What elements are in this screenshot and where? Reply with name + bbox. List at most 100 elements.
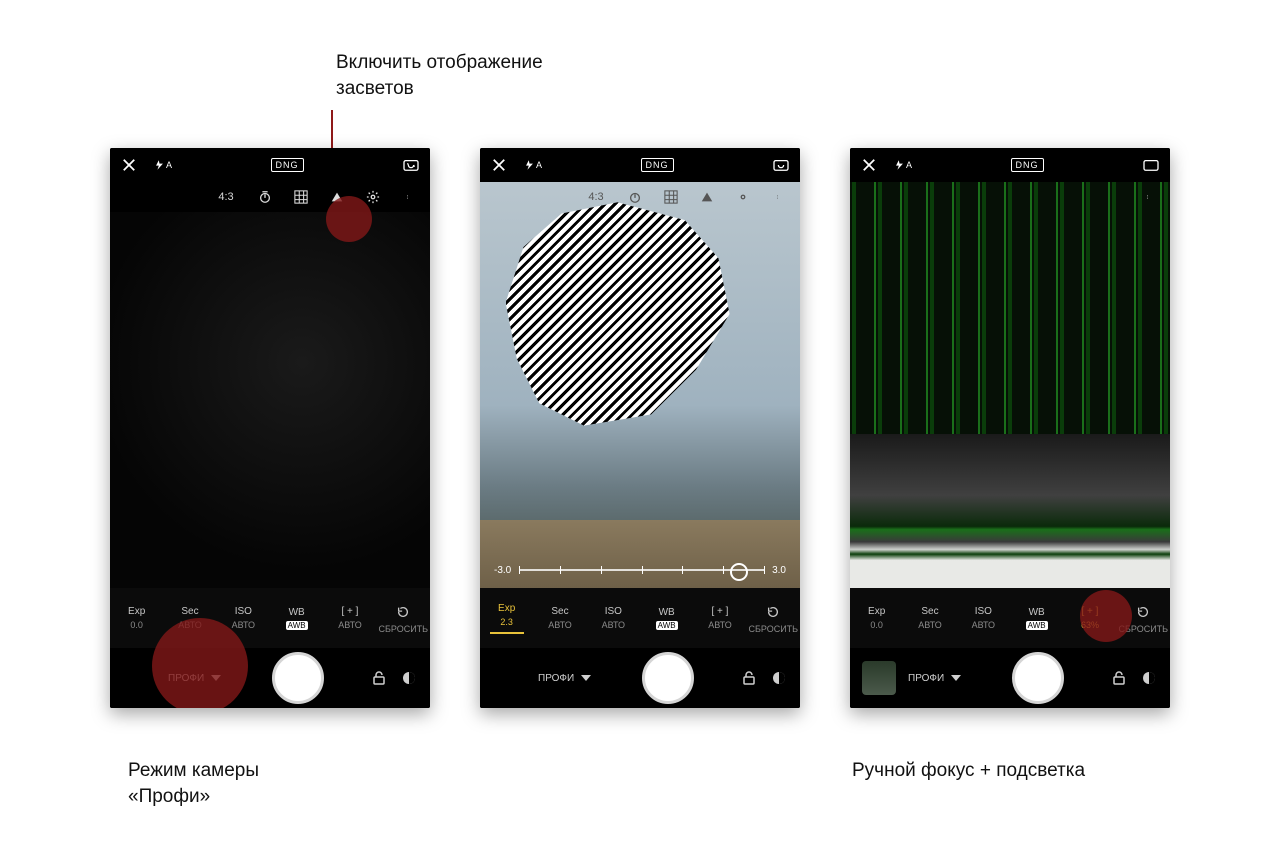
annotation-top-line1: Включить отображение [336,50,543,76]
viewfinder[interactable]: -3.0 3.0 [480,182,800,588]
slider-max: 3.0 [772,565,786,576]
lock-icon[interactable] [370,669,388,687]
settings-icon[interactable] [364,188,382,206]
mode-selector[interactable]: ПРОФИ [538,669,595,687]
dng-badge[interactable]: DNG [271,158,304,172]
param-iso[interactable]: ISOАВТО [587,588,640,648]
bottombar: ПРОФИ [850,648,1170,708]
filter-icon[interactable] [400,669,418,687]
viewfinder[interactable] [110,212,430,588]
param-reset[interactable]: СБРОСИТЬ [1117,588,1170,648]
shutter-button[interactable] [642,652,694,704]
mode-selector[interactable]: ПРОФИ [908,669,965,687]
param-sec[interactable]: SecАВТО [533,588,586,648]
param-exp[interactable]: Exp0.0 [110,588,163,648]
flash-icon[interactable]: A [154,156,172,174]
settings-icon[interactable] [734,188,752,206]
more-icon[interactable] [1140,188,1158,206]
slider-knob[interactable] [1042,557,1060,575]
phone-screen-3: A DNG Авто 0% 100% Exp0.0 SecАВТО ISOАВТ… [850,148,1170,708]
annotation-top: Включить отображение засветов [336,50,543,101]
filter-icon[interactable] [770,669,788,687]
toolbar: 4:3 [480,182,800,212]
lock-icon[interactable] [1110,669,1128,687]
param-focus[interactable]: [ + ]АВТО [693,588,746,648]
annotation-left: Режим камеры «Профи» [128,758,259,809]
toolbar [850,182,1170,212]
slider-min: -3.0 [494,565,511,576]
close-icon[interactable] [120,156,138,174]
reset-icon [764,603,782,621]
slider-track[interactable] [916,563,1122,565]
param-focus[interactable]: [ + ]АВТО [323,588,376,648]
phone-screen-1: A DNG 4:3 Exp0.0 SecАВТО ISOАВТО WBAWB [… [110,148,430,708]
more-icon[interactable] [770,188,788,206]
aspect-ratio[interactable]: 4:3 [584,191,608,203]
annotation-right: Ручной фокус + подсветка [852,758,1085,784]
toolbar: 4:3 [110,182,430,212]
more-icon[interactable] [400,188,418,206]
exposure-slider[interactable]: -3.0 3.0 [494,558,786,582]
param-exp[interactable]: Exp0.0 [850,588,903,648]
viewfinder[interactable]: Авто 0% 100% [850,182,1170,588]
param-iso[interactable]: ISOАВТО [217,588,270,648]
param-focus[interactable]: [ + ]63% [1063,588,1116,648]
param-wb[interactable]: WBAWB [640,588,693,648]
close-icon[interactable] [490,156,508,174]
param-sec[interactable]: SecАВТО [903,588,956,648]
annotation-right-text: Ручной фокус + подсветка [852,760,1085,781]
slider-track[interactable] [519,569,764,571]
timer-icon[interactable] [256,188,274,206]
params-row: Exp2.3 SecАВТО ISOАВТО WBAWB [ + ]АВТО С… [480,588,800,648]
switch-camera-icon[interactable] [1142,156,1160,174]
mode-selector[interactable]: ПРОФИ [168,669,225,687]
grid-icon[interactable] [292,188,310,206]
flash-icon[interactable]: A [894,156,912,174]
params-row: Exp0.0 SecАВТО ISOАВТО WBAWB [ + ]63% СБ… [850,588,1170,648]
param-sec[interactable]: SecАВТО [163,588,216,648]
annotation-left-line1: Режим камеры [128,758,259,784]
params-row: Exp0.0 SecАВТО ISOАВТО WBAWB [ + ]АВТО С… [110,588,430,648]
highlight-warning-icon[interactable] [328,188,346,206]
param-reset[interactable]: СБРОСИТЬ [747,588,800,648]
focus-slider[interactable]: Авто 0% 100% [864,552,1156,576]
flash-icon[interactable]: A [524,156,542,174]
bottombar: ПРОФИ [110,648,430,708]
slider-max: 100% [1130,559,1156,570]
lock-icon[interactable] [740,669,758,687]
phone-screen-2: A DNG 4:3 -3.0 [480,148,800,708]
chevron-down-icon [207,669,225,687]
switch-camera-icon[interactable] [402,156,420,174]
bottombar: ПРОФИ [480,648,800,708]
gallery-thumbnail[interactable] [862,661,896,695]
topbar: A DNG [110,148,430,182]
reset-icon [1134,603,1152,621]
slider-min: Авто [864,559,886,570]
close-icon[interactable] [860,156,878,174]
aspect-ratio[interactable]: 4:3 [214,191,238,203]
param-iso[interactable]: ISOАВТО [957,588,1010,648]
reset-icon [394,603,412,621]
chevron-down-icon [577,669,595,687]
dng-badge[interactable]: DNG [641,158,674,172]
slider-knob[interactable] [730,563,748,581]
highlight-warning-icon[interactable] [698,188,716,206]
switch-camera-icon[interactable] [772,156,790,174]
param-reset[interactable]: СБРОСИТЬ [377,588,430,648]
shutter-button[interactable] [1012,652,1064,704]
dng-badge[interactable]: DNG [1011,158,1044,172]
focus-peaking-overlay [850,182,1170,588]
timer-icon[interactable] [626,188,644,206]
grid-icon[interactable] [662,188,680,206]
shutter-button[interactable] [272,652,324,704]
overexposure-zebra [506,202,730,425]
param-wb[interactable]: WBAWB [1010,588,1063,648]
filter-icon[interactable] [1140,669,1158,687]
chevron-down-icon [947,669,965,687]
param-exp[interactable]: Exp2.3 [480,588,533,648]
slider-mid: 0% [894,559,908,570]
topbar: A DNG [480,148,800,182]
annotation-top-line2: засветов [336,76,543,102]
param-wb[interactable]: WBAWB [270,588,323,648]
topbar: A DNG [850,148,1170,182]
